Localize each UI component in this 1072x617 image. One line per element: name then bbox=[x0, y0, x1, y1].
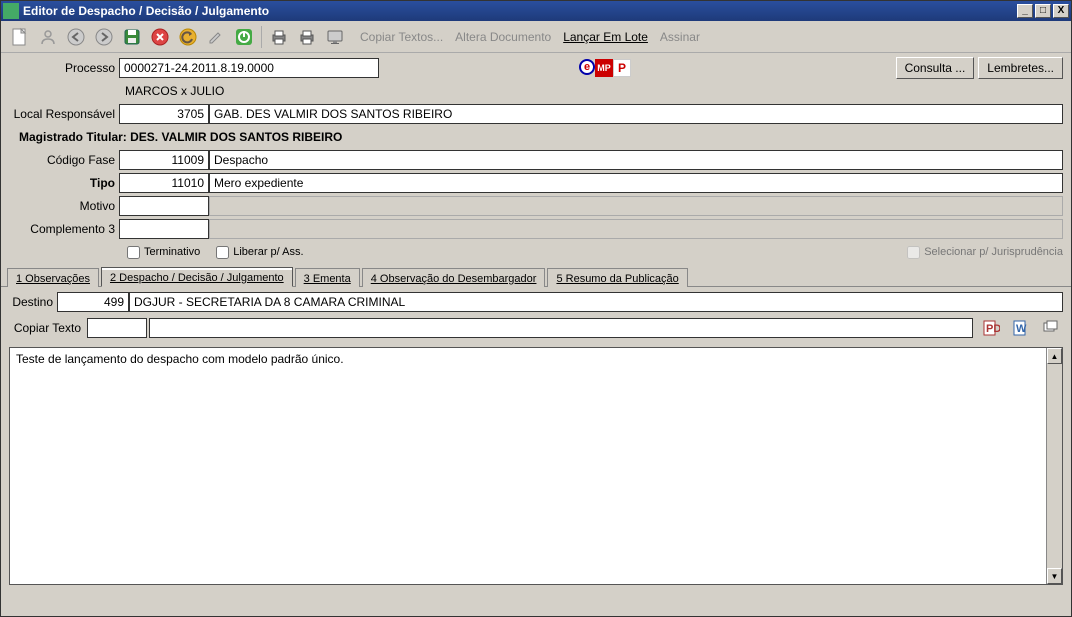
selecionar-jur-label: Selecionar p/ Jurisprudência bbox=[924, 246, 1063, 258]
vertical-scrollbar[interactable]: ▲ ▼ bbox=[1046, 348, 1062, 584]
terminativo-checkbox[interactable]: Terminativo bbox=[127, 246, 200, 259]
local-responsavel-desc-input[interactable] bbox=[209, 104, 1063, 124]
motivo-code-input[interactable] bbox=[119, 196, 209, 216]
codigo-fase-label: Código Fase bbox=[9, 153, 119, 167]
undo-button[interactable] bbox=[175, 24, 201, 50]
copiar-texto-desc-input[interactable] bbox=[149, 318, 973, 338]
tipo-desc-input[interactable] bbox=[209, 173, 1063, 193]
window-titlebar: Editor de Despacho / Decisão / Julgament… bbox=[1, 1, 1071, 21]
liberar-checkbox[interactable]: Liberar p/ Ass. bbox=[216, 246, 303, 259]
tab-despacho[interactable]: 2 Despacho / Decisão / Julgamento bbox=[101, 267, 293, 287]
codigo-fase-desc-input[interactable] bbox=[209, 150, 1063, 170]
toolbar-separator bbox=[261, 26, 262, 48]
window-controls: _ □ X bbox=[1015, 4, 1069, 18]
terminativo-label: Terminativo bbox=[144, 246, 200, 258]
tab-ementa[interactable]: 3 Ementa bbox=[295, 268, 360, 287]
batch-launch-link[interactable]: Lançar Em Lote bbox=[563, 30, 648, 44]
alter-document-link[interactable]: Altera Documento bbox=[455, 30, 551, 44]
tipo-code-input[interactable] bbox=[119, 173, 209, 193]
badge-p-icon: P bbox=[613, 59, 631, 77]
copy-texts-link[interactable]: Copiar Textos... bbox=[360, 30, 443, 44]
tab-content: Destino Copiar Texto PDF W bbox=[1, 287, 1071, 347]
scroll-down-button[interactable]: ▼ bbox=[1047, 568, 1062, 584]
copiar-texto-label: Copiar Texto bbox=[9, 321, 85, 335]
tab-resumo-publicacao[interactable]: 5 Resumo da Publicação bbox=[547, 268, 687, 287]
copiar-texto-code-input[interactable] bbox=[87, 318, 147, 338]
local-responsavel-label: Local Responsável bbox=[9, 107, 119, 121]
tab-obs-desembargador[interactable]: 4 Observação do Desembargador bbox=[362, 268, 546, 287]
editor-content[interactable]: Teste de lançamento do despacho com mode… bbox=[10, 348, 1062, 370]
codigo-fase-code-input[interactable] bbox=[119, 150, 209, 170]
processo-input[interactable] bbox=[119, 58, 379, 78]
local-responsavel-code-input[interactable] bbox=[119, 104, 209, 124]
form-area: Processo e MP P Consulta ... Lembretes..… bbox=[1, 53, 1071, 265]
monitor-button[interactable] bbox=[322, 24, 348, 50]
pdf-export-icon[interactable]: PDF bbox=[979, 317, 1003, 339]
svg-text:PDF: PDF bbox=[986, 323, 1000, 335]
word-export-icon[interactable]: W bbox=[1009, 317, 1033, 339]
forward-button[interactable] bbox=[91, 24, 117, 50]
magistrado-titular-label: Magistrado Titular: DES. VALMIR DOS SANT… bbox=[9, 130, 346, 144]
processo-label: Processo bbox=[9, 61, 119, 75]
selecionar-jurisprudencia-checkbox: Selecionar p/ Jurisprudência bbox=[907, 246, 1063, 259]
close-button[interactable]: X bbox=[1053, 4, 1069, 18]
badge-group: e MP P bbox=[579, 59, 631, 77]
badge-mp-icon: MP bbox=[595, 59, 613, 77]
main-toolbar: Copiar Textos... Altera Documento Lançar… bbox=[1, 21, 1071, 53]
minimize-button[interactable]: _ bbox=[1017, 4, 1033, 18]
windows-icon[interactable] bbox=[1039, 317, 1063, 339]
tab-bar: 1 Observações 2 Despacho / Decisão / Jul… bbox=[1, 265, 1071, 287]
power-button[interactable] bbox=[231, 24, 257, 50]
cancel-button[interactable] bbox=[147, 24, 173, 50]
window-title: Editor de Despacho / Decisão / Julgament… bbox=[23, 4, 1015, 18]
user-button[interactable] bbox=[35, 24, 61, 50]
svg-text:W: W bbox=[1016, 323, 1027, 335]
motivo-label: Motivo bbox=[9, 199, 119, 213]
lembretes-button[interactable]: Lembretes... bbox=[978, 57, 1063, 79]
destino-label: Destino bbox=[9, 295, 57, 309]
complemento3-code-input[interactable] bbox=[119, 219, 209, 239]
maximize-button[interactable]: □ bbox=[1035, 4, 1051, 18]
sign-link[interactable]: Assinar bbox=[660, 30, 700, 44]
motivo-desc-input bbox=[209, 196, 1063, 216]
new-button[interactable] bbox=[7, 24, 33, 50]
consulta-button[interactable]: Consulta ... bbox=[896, 57, 975, 79]
partes-text: MARCOS x JULIO bbox=[119, 84, 224, 98]
app-icon bbox=[3, 3, 19, 19]
complemento3-desc-input bbox=[209, 219, 1063, 239]
liberar-label: Liberar p/ Ass. bbox=[233, 246, 303, 258]
text-editor[interactable]: Teste de lançamento do despacho com mode… bbox=[9, 347, 1063, 585]
print-preview-button[interactable] bbox=[294, 24, 320, 50]
badge-e-icon: e bbox=[579, 59, 595, 75]
destino-code-input[interactable] bbox=[57, 292, 129, 312]
tab-observacoes[interactable]: 1 Observações bbox=[7, 268, 99, 287]
tipo-label: Tipo bbox=[9, 176, 119, 190]
edit-button[interactable] bbox=[203, 24, 229, 50]
print-button[interactable] bbox=[266, 24, 292, 50]
save-button[interactable] bbox=[119, 24, 145, 50]
back-button[interactable] bbox=[63, 24, 89, 50]
destino-desc-input[interactable] bbox=[129, 292, 1063, 312]
complemento3-label: Complemento 3 bbox=[9, 222, 119, 236]
scroll-up-button[interactable]: ▲ bbox=[1047, 348, 1062, 364]
